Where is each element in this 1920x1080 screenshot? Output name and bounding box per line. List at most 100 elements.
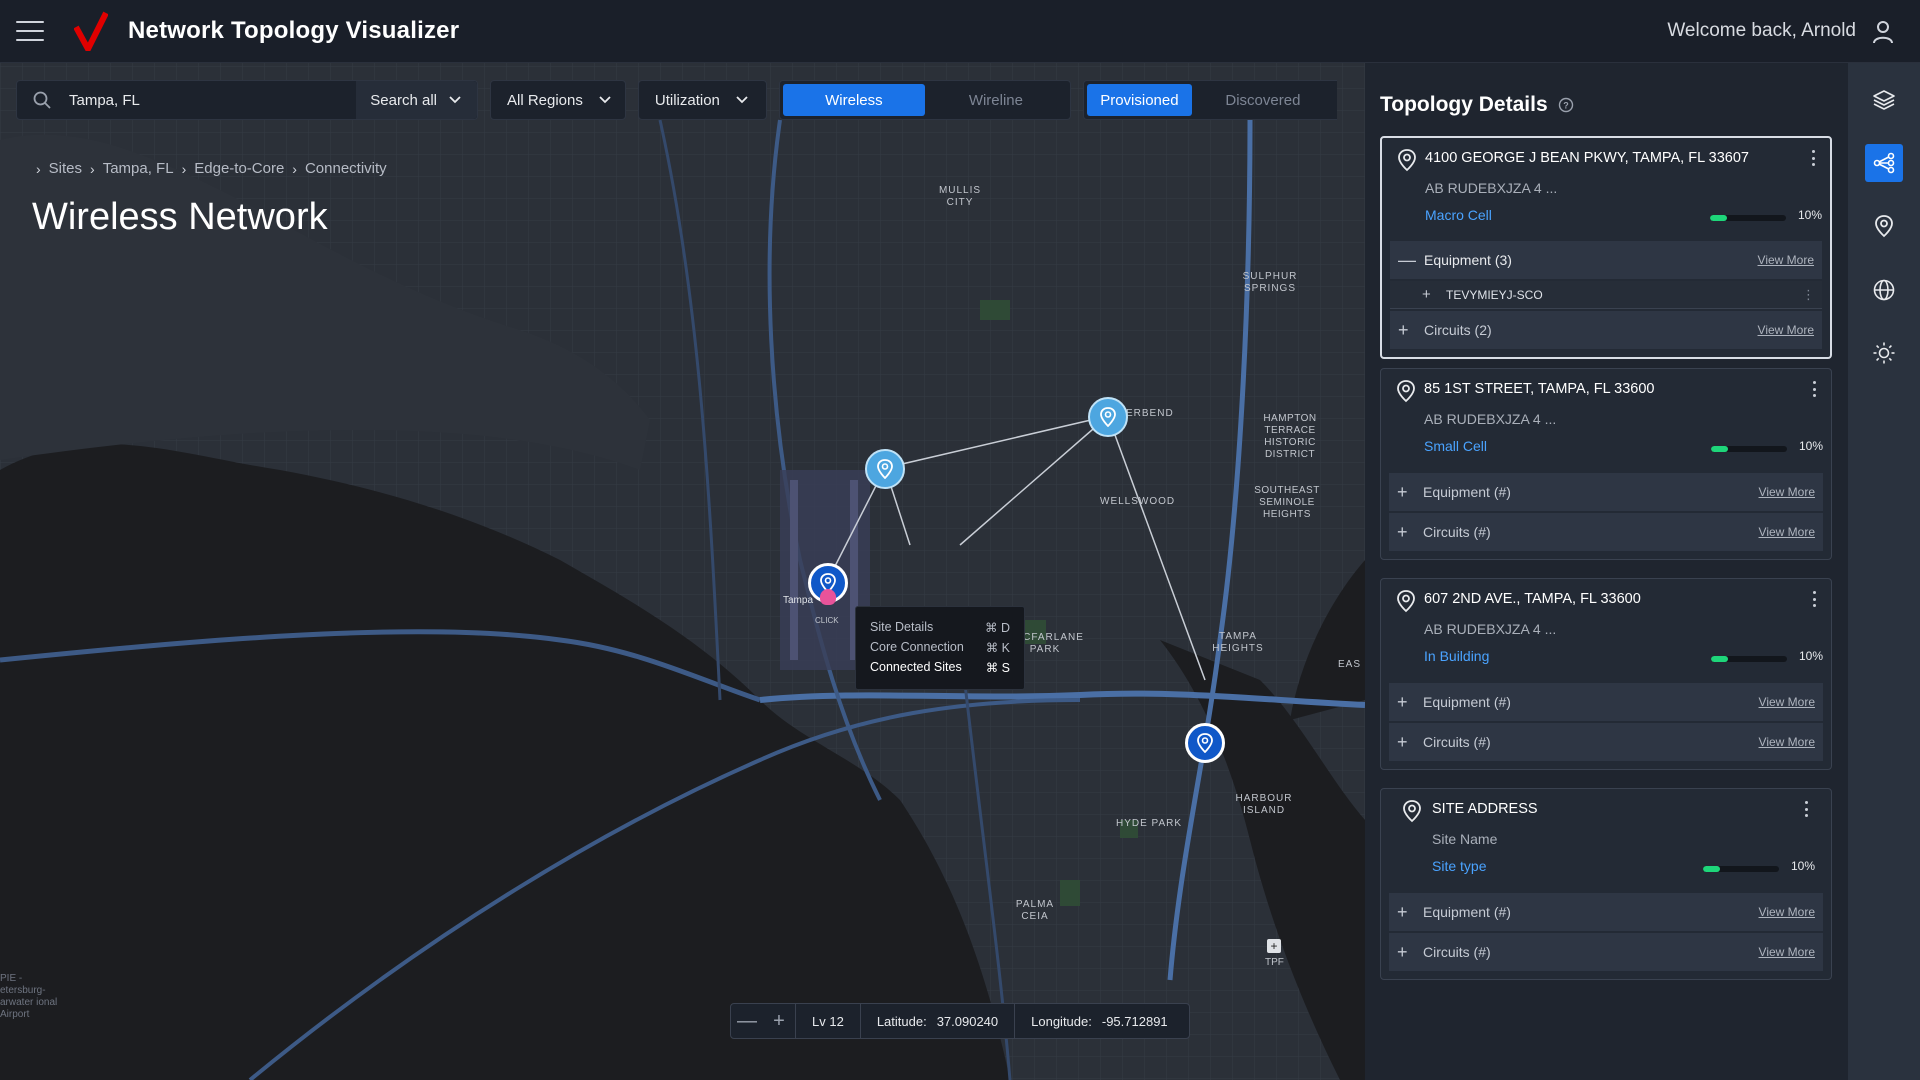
- app-title: Network Topology Visualizer: [128, 17, 460, 44]
- circuits-section[interactable]: + Circuits (#) View More: [1389, 513, 1823, 551]
- breadcrumb-item[interactable]: Tampa, FL: [103, 160, 174, 177]
- map-status-bar: — + Lv 12 Latitude: 37.090240 Longitude: -…: [730, 1003, 1190, 1039]
- regions-label: All Regions: [507, 91, 583, 109]
- utilization-bar: [1710, 215, 1786, 221]
- chevron-down-icon: [736, 96, 748, 104]
- more-options-icon[interactable]: ⋮: [1802, 287, 1815, 303]
- map-label-harbour: HARBOUR ISLAND: [1235, 793, 1293, 816]
- tab-discovered[interactable]: Discovered: [1192, 84, 1334, 116]
- view-more-link[interactable]: View More: [1759, 735, 1815, 749]
- site-type-link[interactable]: Site type: [1432, 858, 1486, 874]
- view-more-link[interactable]: View More: [1759, 905, 1815, 919]
- more-options-icon[interactable]: [1813, 381, 1817, 397]
- equipment-section[interactable]: + Equipment (#) View More: [1389, 893, 1823, 931]
- latitude-readout: Latitude: 37.090240: [876, 1013, 999, 1029]
- equipment-section[interactable]: + Equipment (#) View More: [1389, 683, 1823, 721]
- equipment-section[interactable]: + Equipment (#) View More: [1389, 473, 1823, 511]
- search-scope-label: Search all: [370, 91, 437, 109]
- expand-icon: +: [1422, 286, 1431, 303]
- topology-icon[interactable]: [1865, 144, 1903, 182]
- more-options-icon[interactable]: [1805, 801, 1809, 817]
- tab-wireless[interactable]: Wireless: [782, 84, 925, 116]
- more-options-icon[interactable]: [1812, 150, 1816, 166]
- view-more-link[interactable]: View More: [1758, 323, 1814, 337]
- tab-wireline[interactable]: Wireline: [925, 84, 1067, 116]
- map-toolbar: Search all All Regions Utilization Wirel…: [16, 80, 1337, 120]
- expand-icon: +: [1397, 901, 1408, 922]
- expand-icon: +: [1397, 521, 1408, 542]
- utilization-bar: [1703, 866, 1779, 872]
- view-more-link[interactable]: View More: [1759, 695, 1815, 709]
- breadcrumb-item[interactable]: Connectivity: [305, 160, 387, 177]
- context-menu-item[interactable]: Connected Sites ⌘ S: [870, 657, 1010, 677]
- help-icon[interactable]: ?: [1558, 97, 1574, 113]
- map-label-riverbend: ERBEND: [1126, 408, 1174, 419]
- expand-icon: +: [1397, 691, 1408, 712]
- site-name: AB RUDEBXJZA 4 ...: [1424, 621, 1557, 637]
- site-type-link[interactable]: Macro Cell: [1425, 207, 1492, 223]
- tab-provisioned[interactable]: Provisioned: [1086, 84, 1192, 116]
- utilization-percent: 10%: [1798, 649, 1823, 663]
- circuits-section[interactable]: + Circuits (2) View More: [1390, 311, 1822, 349]
- location-pin-icon: [1197, 733, 1213, 753]
- zoom-out-button[interactable]: —: [731, 1010, 763, 1033]
- search-input[interactable]: [69, 91, 309, 109]
- site-pin[interactable]: [865, 449, 905, 489]
- globe-icon[interactable]: [1865, 271, 1903, 309]
- map-label-st-pete: PIE - etersburg- arwater ional Airport: [0, 973, 58, 1020]
- layers-icon[interactable]: [1865, 81, 1903, 119]
- view-more-link[interactable]: View More: [1758, 253, 1814, 267]
- site-name: Site Name: [1432, 831, 1498, 847]
- map-label-click: CLICK: [815, 616, 839, 625]
- equipment-section[interactable]: — Equipment (3) View More: [1390, 241, 1822, 279]
- map-label-tpf: TPF: [1265, 957, 1284, 968]
- metric-dropdown[interactable]: Utilization: [637, 80, 767, 120]
- circuits-section[interactable]: + Circuits (#) View More: [1389, 723, 1823, 761]
- utilization-percent: 10%: [1798, 439, 1823, 453]
- chevron-right-icon: ›: [36, 160, 41, 177]
- utilization-percent: 10%: [1790, 859, 1815, 873]
- circuits-section[interactable]: + Circuits (#) View More: [1389, 933, 1823, 971]
- site-card[interactable]: 85 1ST STREET, TAMPA, FL 33600 AB RUDEBX…: [1380, 368, 1832, 560]
- site-name: AB RUDEBXJZA 4 ...: [1424, 411, 1557, 427]
- site-pin[interactable]: [1088, 397, 1128, 437]
- chevron-right-icon: ›: [90, 160, 95, 177]
- search-icon: [33, 91, 51, 109]
- location-pin-icon[interactable]: [1865, 207, 1903, 245]
- map-label-sulphur: SULPHUR SPRINGS: [1242, 271, 1298, 294]
- zoom-in-button[interactable]: +: [763, 1010, 795, 1033]
- more-options-icon[interactable]: [1813, 591, 1817, 607]
- site-card[interactable]: SITE ADDRESS Site Name Site type 10% + E…: [1380, 788, 1832, 980]
- cursor-hand-icon: [820, 589, 836, 605]
- site-pin[interactable]: [1185, 723, 1225, 763]
- view-more-link[interactable]: View More: [1759, 485, 1815, 499]
- brightness-icon[interactable]: [1865, 334, 1903, 372]
- map-label-seminole: SOUTHEAST SEMINOLE HEIGHTS: [1254, 485, 1320, 520]
- utilization-bar: [1711, 446, 1787, 452]
- chevron-right-icon: ›: [292, 160, 297, 177]
- site-card[interactable]: 607 2ND AVE., TAMPA, FL 33600 AB RUDEBXJ…: [1380, 578, 1832, 770]
- site-address: 85 1ST STREET, TAMPA, FL 33600: [1424, 381, 1655, 397]
- map-label-hampton: HAMPTON TERRACE HISTORIC DISTRICT: [1263, 413, 1317, 460]
- context-menu-item[interactable]: Site Details ⌘ D: [870, 617, 1010, 637]
- map-label-palma: PALMA CEIA: [1015, 899, 1055, 922]
- breadcrumb-item[interactable]: Edge-to-Core: [194, 160, 284, 177]
- breadcrumb-item[interactable]: Sites: [49, 160, 82, 177]
- app-header: Network Topology Visualizer Welcome back…: [0, 0, 1920, 63]
- search-scope-dropdown[interactable]: Search all: [356, 81, 477, 119]
- site-card[interactable]: 4100 GEORGE J BEAN PKWY, TAMPA, FL 33607…: [1380, 136, 1832, 359]
- equipment-item[interactable]: + TEVYMIEYJ-SCO ⋮: [1390, 281, 1822, 309]
- view-more-link[interactable]: View More: [1759, 945, 1815, 959]
- user-icon[interactable]: [1872, 20, 1894, 44]
- map-label-hyde-park: HYDE PARK: [1116, 818, 1183, 829]
- regions-dropdown[interactable]: All Regions: [490, 80, 626, 120]
- welcome-message: Welcome back, Arnold: [1667, 20, 1856, 41]
- menu-icon[interactable]: [16, 21, 44, 41]
- site-type-link[interactable]: Small Cell: [1424, 438, 1487, 454]
- site-type-link[interactable]: In Building: [1424, 648, 1489, 664]
- context-menu-item[interactable]: Core Connection ⌘ K: [870, 637, 1010, 657]
- view-more-link[interactable]: View More: [1759, 525, 1815, 539]
- expand-icon: +: [1398, 319, 1409, 340]
- brand-logo: [74, 11, 108, 51]
- location-pin-icon: [1403, 800, 1421, 823]
